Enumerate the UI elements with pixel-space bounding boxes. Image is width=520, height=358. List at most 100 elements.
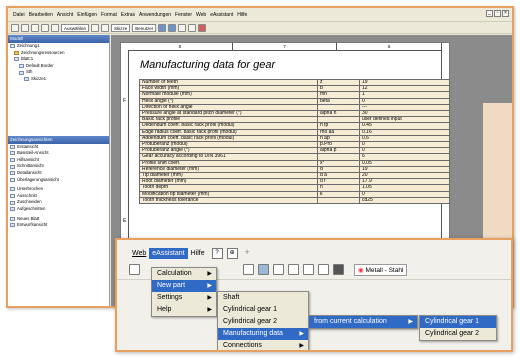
panel-tool[interactable]: Zuschneiden (8, 199, 109, 206)
tree-item[interactable]: Sth (8, 69, 109, 76)
panel-tool[interactable]: Erstansicht (8, 144, 109, 151)
new-part-submenu: Shaft Cylindrical gear 1 Cylindrical gea… (217, 291, 309, 350)
menu-item-cylindrical-gear-1[interactable]: Cylindrical gear 1 (218, 304, 308, 316)
menu-fenster[interactable]: Fenster (173, 12, 194, 18)
menu-item-manufacturing-data[interactable]: Manufacturing data ▶ (218, 328, 308, 340)
minimize-icon[interactable]: _ (486, 10, 493, 17)
menu-item-help[interactable]: Help ▶ (152, 304, 216, 316)
menu-web[interactable]: Web (129, 248, 149, 259)
window-controls: _ ▫ × (486, 10, 509, 17)
pan-icon[interactable] (168, 23, 177, 32)
panel-tool[interactable]: Entwurfsansicht (8, 222, 109, 229)
eassistant-menu: Calculation ▶ New part ▶ Settings ▶ Help ▶ (151, 267, 217, 317)
new-icon[interactable] (11, 23, 19, 32)
submenu-arrow-icon: ▶ (408, 319, 413, 325)
material-label: Metall - Stahl (365, 266, 404, 274)
plus-icon[interactable]: + (242, 248, 253, 259)
tree-item[interactable]: Skizze1 (8, 76, 109, 83)
display-icon[interactable] (198, 23, 207, 32)
redo-icon[interactable] (51, 23, 59, 32)
zone-label: F (123, 98, 127, 104)
play-icon[interactable] (333, 264, 344, 275)
menu-item-cylindrical-gear-2[interactable]: Cylindrical gear 2 (218, 316, 308, 328)
parameter-cell: Tooth thickness tolerance (139, 196, 318, 205)
network-icon[interactable]: ⊕ (226, 248, 238, 259)
submenu-arrow-icon: ▶ (207, 307, 212, 313)
panel-tool[interactable]: Neues Blatt (8, 216, 109, 223)
panel-tool[interactable]: Basisteil-Ansicht (8, 150, 109, 157)
drawing-views-panel-header[interactable]: Zeichnungsansichten (8, 135, 109, 144)
model-panel-header[interactable]: Modell (8, 35, 109, 43)
panel-tool[interactable]: Ausschnitt (8, 193, 109, 200)
menu-item-settings[interactable]: Settings ▶ (152, 292, 216, 304)
submenu-arrow-icon: ▶ (299, 331, 304, 337)
menu-item-from-current-calculation[interactable]: from current calculation ▶ (309, 316, 417, 328)
tree-item[interactable]: Blatt:1 (8, 56, 109, 63)
forward-icon[interactable] (101, 23, 110, 32)
menu-einfuegen[interactable]: Einfügen (75, 12, 99, 18)
menu-datei[interactable]: Datei (11, 12, 27, 18)
browser-panel: Modell Zeichnung1 Zeichnungsressourcen B… (8, 35, 110, 306)
menu-item-cylindrical-gear-1[interactable]: Cylindrical gear 1 (420, 316, 496, 328)
menu-format[interactable]: Format (99, 12, 119, 18)
menu-item-cylindrical-gear-2[interactable]: Cylindrical gear 2 (420, 328, 496, 340)
menubar-zoomed: Web eAssistant Hilfe ? ⊕ + (117, 240, 511, 259)
menu-bearbeiten[interactable]: Bearbeiten (27, 12, 55, 18)
menu-item-new-part[interactable]: New part ▶ (152, 280, 216, 292)
tree-item[interactable]: Zeichnung1 (8, 43, 109, 50)
menu-ansicht[interactable]: Ansicht (55, 12, 75, 18)
line-icon[interactable] (288, 264, 299, 275)
back-icon[interactable] (91, 23, 100, 32)
close-icon[interactable]: × (502, 10, 509, 17)
undo-icon[interactable] (41, 23, 49, 32)
menu-hilfe[interactable]: Hilfe (235, 12, 249, 18)
manufacturing-data-submenu: from current calculation ▶ (308, 315, 418, 329)
submenu-arrow-icon: ▶ (207, 271, 212, 277)
menu-web[interactable]: Web (194, 12, 208, 18)
menu-anwendungen[interactable]: Anwendungen (137, 12, 173, 18)
arrow-icon[interactable] (318, 264, 329, 275)
menu-item-connections[interactable]: Connections ▶ (218, 340, 308, 350)
look-at-icon[interactable] (188, 23, 197, 32)
menu-eassistant[interactable]: eAssistant (149, 248, 188, 259)
sketch-combo[interactable]: Skizze (111, 23, 131, 32)
table-row: Tooth thickness tolerance cd25 (139, 196, 450, 205)
help-icon[interactable]: ? (211, 248, 223, 259)
select-combo[interactable]: Auswählen (61, 23, 90, 32)
menu-hilfe[interactable]: Hilfe (188, 248, 208, 259)
surface-icon[interactable] (273, 264, 284, 275)
tree-item[interactable]: Default Border (8, 63, 109, 70)
user-combo[interactable]: Benutzer (132, 23, 157, 32)
manufacturing-data-table: Number of teeth z 19 Face width (mm) b 12 Norm… (139, 78, 450, 205)
menu-item-calculation[interactable]: Calculation ▶ (152, 268, 216, 280)
dropdown-icon[interactable] (129, 264, 140, 275)
tree-item[interactable]: Zeichnungsressourcen (8, 50, 109, 57)
standard-toolbar: Auswählen Skizze Benutzer (8, 22, 512, 34)
panel-tool[interactable]: Hilfsansicht (8, 157, 109, 164)
material-selector[interactable]: ◉ Metall - Stahl (354, 263, 408, 276)
panel-tool[interactable]: Aufgeschnitten (8, 206, 109, 213)
menu-extras[interactable]: Extras (119, 12, 137, 18)
cylinder-icon[interactable] (243, 264, 254, 275)
panel-tool[interactable]: Überlagerungsansicht (8, 177, 109, 184)
eassistant-menu-zoom: Web eAssistant Hilfe ? ⊕ + ◉ Metall - St… (115, 238, 513, 352)
panel-tool[interactable]: Unterbrochen (8, 186, 109, 193)
sheet-title: Manufacturing data for gear (140, 59, 276, 71)
menu-eassistant[interactable]: eAssistant (208, 12, 235, 18)
zoom-icon[interactable] (158, 23, 167, 32)
view-icon[interactable] (258, 264, 269, 275)
zone-label: E (123, 218, 127, 224)
save-icon[interactable] (31, 23, 39, 32)
submenu-arrow-icon: ▶ (207, 295, 212, 301)
rotate-icon[interactable] (178, 23, 187, 32)
menu-item-shaft[interactable]: Shaft (218, 292, 308, 304)
panel-tool[interactable]: Detailansicht (8, 170, 109, 177)
zone-label: 8 (128, 43, 233, 50)
main-menubar: Datei Bearbeiten Ansicht Einfügen Format… (8, 8, 512, 22)
fill-icon[interactable] (303, 264, 314, 275)
restore-icon[interactable]: ▫ (494, 10, 501, 17)
submenu-arrow-icon: ▶ (207, 283, 212, 289)
open-icon[interactable] (21, 23, 29, 32)
zone-label: 7 (233, 43, 338, 50)
panel-tool[interactable]: Schnittansicht (8, 163, 109, 170)
